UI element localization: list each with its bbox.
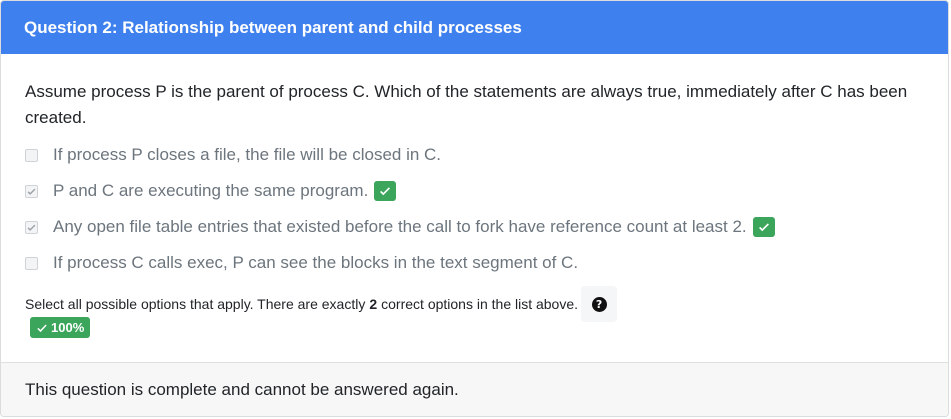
option-label: Any open file table entries that existed… — [53, 217, 747, 236]
correct-badge — [374, 181, 397, 201]
options-list: If process P closes a file, the file wil… — [25, 137, 924, 281]
option-label: If process C calls exec, P can see the b… — [53, 253, 579, 272]
check-icon — [37, 323, 47, 332]
question-title: Question 2: Relationship between parent … — [1, 1, 948, 54]
help-button[interactable]: ? — [581, 286, 618, 322]
hint-text: Select all possible options that apply. … — [25, 286, 924, 322]
option-3: Any open file table entries that existed… — [25, 209, 924, 245]
question-text: Assume process P is the parent of proces… — [25, 82, 908, 127]
option-4: If process C calls exec, P can see the b… — [25, 245, 924, 281]
check-icon — [380, 187, 391, 196]
hint-prefix: Select all possible options that apply. … — [25, 296, 366, 312]
completion-message: This question is complete and cannot be … — [1, 362, 948, 416]
option-checkbox-checked[interactable] — [25, 184, 38, 198]
check-icon — [27, 224, 36, 231]
hint-suffix: correct options in the list above. — [381, 296, 579, 312]
option-checkbox-checked[interactable] — [25, 220, 38, 234]
option-label: P and C are executing the same program. — [53, 181, 369, 200]
question-card: Question 2: Relationship between parent … — [0, 0, 949, 417]
check-icon — [758, 223, 769, 232]
option-2: P and C are executing the same program. — [25, 173, 924, 209]
score-label: 100% — [51, 320, 85, 335]
hint-count: 2 — [369, 296, 378, 312]
option-checkbox[interactable] — [25, 256, 38, 270]
correct-badge — [752, 217, 775, 237]
check-icon — [27, 188, 36, 195]
option-checkbox[interactable] — [25, 148, 38, 162]
question-mark-icon: ? — [591, 296, 607, 312]
question-body: Assume process P is the parent of proces… — [1, 54, 948, 361]
option-1: If process P closes a file, the file wil… — [25, 137, 924, 173]
option-label: If process P closes a file, the file wil… — [53, 145, 442, 164]
score-badge: 100% — [30, 317, 91, 338]
